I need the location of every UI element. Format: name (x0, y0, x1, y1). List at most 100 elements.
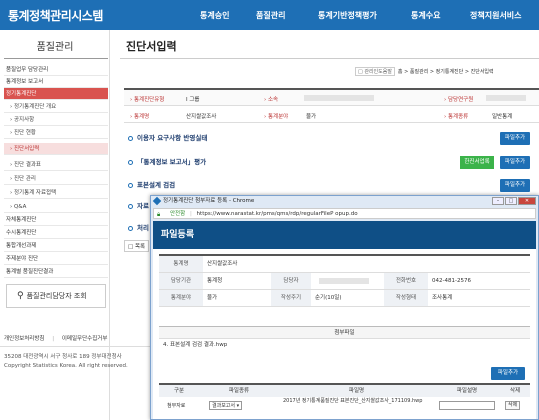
file-description-input[interactable] (439, 401, 495, 410)
bullet-icon (128, 159, 133, 165)
info-label-org: › 소속 (264, 97, 279, 103)
sidebar-item-adhoc[interactable]: 수시통계진단 (4, 227, 108, 239)
copyright-text: Copyright Statistics Korea. All right re… (4, 363, 128, 369)
maximize-icon[interactable]: □ (505, 197, 517, 205)
table-row: 담당기관 통계청 담당자 전화번호 042-481-2576 (159, 273, 530, 290)
footer-divider (0, 346, 150, 347)
info-row: › 통계진단유형 I 그룹 › 소속 › 담당연구원 (124, 90, 539, 106)
file-type-value: 결과보고서 ▾ (209, 401, 243, 410)
search-icon: ⚲ (17, 291, 24, 301)
nav-item-approval[interactable]: 통계승인 (200, 10, 229, 21)
manager-search-label: 품질관리담당자 조회 (26, 292, 87, 300)
cell-value: 순기(10일) (315, 295, 342, 301)
nav-item-demand[interactable]: 통계수요 (411, 10, 440, 21)
section-sample-design: 표본설계 검검 (128, 179, 175, 189)
info-label-statname: › 통계명 (130, 114, 150, 120)
sidebar-subitem-manage[interactable]: › 진단 관리 (4, 173, 108, 185)
file-name: 2017년 정기통계품질진단 표본진단_산지쌀값조사_171109.hwp (283, 398, 423, 404)
lock-icon: 🔒︎ (157, 211, 161, 218)
sidebar-subitem-status[interactable]: › 진단 현황 (4, 127, 108, 139)
window-controls: – □ ✕ (491, 197, 536, 205)
manager-search-button[interactable]: ⚲ 품질관리담당자 조회 (6, 284, 106, 308)
help-button[interactable]: □ 관리인도움말 (355, 67, 395, 76)
nav-item-policy-eval[interactable]: 통계기반정책평가 (318, 10, 377, 21)
popup-body: 파일등록 통계명 산지쌀값조사 담당기관 통계청 담당자 전화번호 042-48… (153, 221, 536, 419)
redacted-manager (319, 278, 369, 284)
sidebar-item-results-by-stat[interactable]: 통계별 품질진단결과 (4, 266, 108, 278)
column-header: 구분 (159, 385, 199, 397)
sidebar-item-self[interactable]: 자체통계진단 (4, 214, 108, 226)
section-title: 「통계정보 보고서」평가 (137, 158, 207, 166)
table-row: 통계분야 물가 작성주기 순기(10일) 작성형태 조사통계 (159, 290, 530, 307)
cell-value: 물가 (207, 295, 218, 301)
file-type-select[interactable]: 결과보고서 ▾ (209, 401, 243, 410)
secure-label: 안전함 (170, 211, 186, 217)
nav-item-policy-support[interactable]: 정책지원서비스 (470, 10, 522, 21)
table-row: 통계명 산지쌀값조사 (159, 256, 530, 273)
info-value-field: 물가 (306, 114, 317, 120)
sidebar-subitem-overview[interactable]: › 정기통계진단 개요 (4, 101, 108, 113)
popup-url: https://www.narastat.kr/pms/qms/rdp/regu… (196, 211, 358, 217)
nav-item-quality[interactable]: 품질관리 (256, 10, 285, 21)
section-title: 자료 (137, 202, 149, 210)
info-value-kind: 일반통계 (492, 114, 513, 120)
info-table: › 통계진단유형 I 그룹 › 소속 › 담당연구원 › 통계명 산지쌀값조사 … (124, 88, 539, 123)
info-value-statname: 산지쌀값조사 (186, 114, 217, 120)
sidebar-item-report[interactable]: 통계정보 보고서 (4, 76, 108, 88)
column-header: 삭제 (500, 385, 530, 397)
add-file-button[interactable]: 파일추가 (500, 156, 530, 169)
stat-info-table: 통계명 산지쌀값조사 담당기관 통계청 담당자 전화번호 042-481-257… (159, 254, 530, 307)
chrome-icon (152, 196, 162, 206)
cell-value: 산지쌀값조사 (207, 261, 238, 267)
bullet-icon (128, 135, 133, 141)
section-report-eval: 「통계정보 보고서」평가 (128, 156, 206, 166)
popup-title: 정기통계진단 첨부자료 등록 - Chrome (163, 198, 255, 204)
cell-value: 조사통계 (432, 295, 453, 301)
footer-address: 35208 대전광역시 서구 청사로 189 정부대전청사 Copyright … (4, 353, 128, 371)
file-register-popup: 정기통계진단 첨부자료 등록 - Chrome – □ ✕ 🔒︎ 안전함 | htt… (150, 195, 539, 420)
cell-label: 작성형태 (384, 290, 428, 306)
section-processing: 처리 (128, 222, 149, 232)
cell-label: 담당자 (271, 273, 311, 289)
bullet-icon (128, 225, 133, 231)
cell-value: 042-481-2576 (432, 278, 471, 284)
email-policy-link[interactable]: 이메일무단수집거부 (62, 336, 108, 342)
sidebar-item-manager[interactable]: 품질업무 담당관리 (4, 64, 108, 76)
address-text: 35208 대전광역시 서구 청사로 189 정부대전청사 (4, 354, 122, 360)
close-icon[interactable]: ✕ (518, 197, 536, 205)
section-title: 표본설계 검검 (137, 181, 176, 189)
address-bar[interactable]: 🔒︎ 안전함 | https://www.narastat.kr/pms/qms… (153, 208, 536, 219)
sidebar-subitem-notice[interactable]: › 공지사항 (4, 114, 108, 126)
section-title: 이용자 요구사항 반영실태 (137, 134, 208, 142)
info-label-kind: › 통계종류 (444, 114, 469, 120)
info-label-researcher: › 담당연구원 (444, 97, 474, 103)
column-header: 파일종류 (199, 385, 279, 397)
info-label-field: › 통계분야 (264, 114, 289, 120)
minimize-icon[interactable]: – (492, 197, 504, 205)
add-file-button[interactable]: 파일추가 (500, 132, 530, 145)
app-logo[interactable]: 통계정책관리시스템 (8, 7, 103, 24)
column-header: 파일설명 (434, 385, 500, 397)
attachment-header: 첨부파일 (159, 326, 530, 339)
sidebar-subitem-results[interactable]: › 진단 결과표 (4, 159, 108, 171)
sidebar-item-subject[interactable]: 주제분야 진단 (4, 253, 108, 265)
sidebar-item-integrated[interactable]: 통합개선과제 (4, 240, 108, 252)
redacted-org (304, 95, 374, 101)
attachment-file-link[interactable]: 4. 표본설계 검검 결과.hwp (159, 339, 530, 352)
sidebar-subitem-input[interactable]: › 진단서입력 (4, 143, 108, 155)
add-file-button[interactable]: 파일추가 (500, 179, 530, 192)
page-title: 진단서입력 (126, 40, 177, 53)
sidebar-subitem-qna[interactable]: › Q&A (4, 201, 108, 213)
delete-button[interactable]: 삭제 (505, 401, 521, 410)
diagnosis-record-button[interactable]: 한진서업록 (460, 156, 494, 169)
sidebar-item-regular-diagnosis[interactable]: 정기통계진단 (4, 88, 108, 100)
popup-add-file-button[interactable]: 파일추가 (491, 367, 525, 380)
title-divider (120, 58, 539, 59)
file-kind: 첨부자료 (167, 403, 186, 409)
breadcrumb-path: 홈 > 품질관리 > 정기통계진단 > 진단서입력 (397, 69, 494, 75)
privacy-link[interactable]: 개인정보처리방침 (4, 336, 44, 342)
sidebar-subitem-data[interactable]: › 정기통계 자료접택 (4, 187, 108, 199)
list-button[interactable]: □ 목록 (124, 240, 150, 252)
redacted-researcher (486, 95, 526, 101)
footer-links: 개인정보처리방침 | 이메일무단수집거부 (4, 336, 108, 342)
